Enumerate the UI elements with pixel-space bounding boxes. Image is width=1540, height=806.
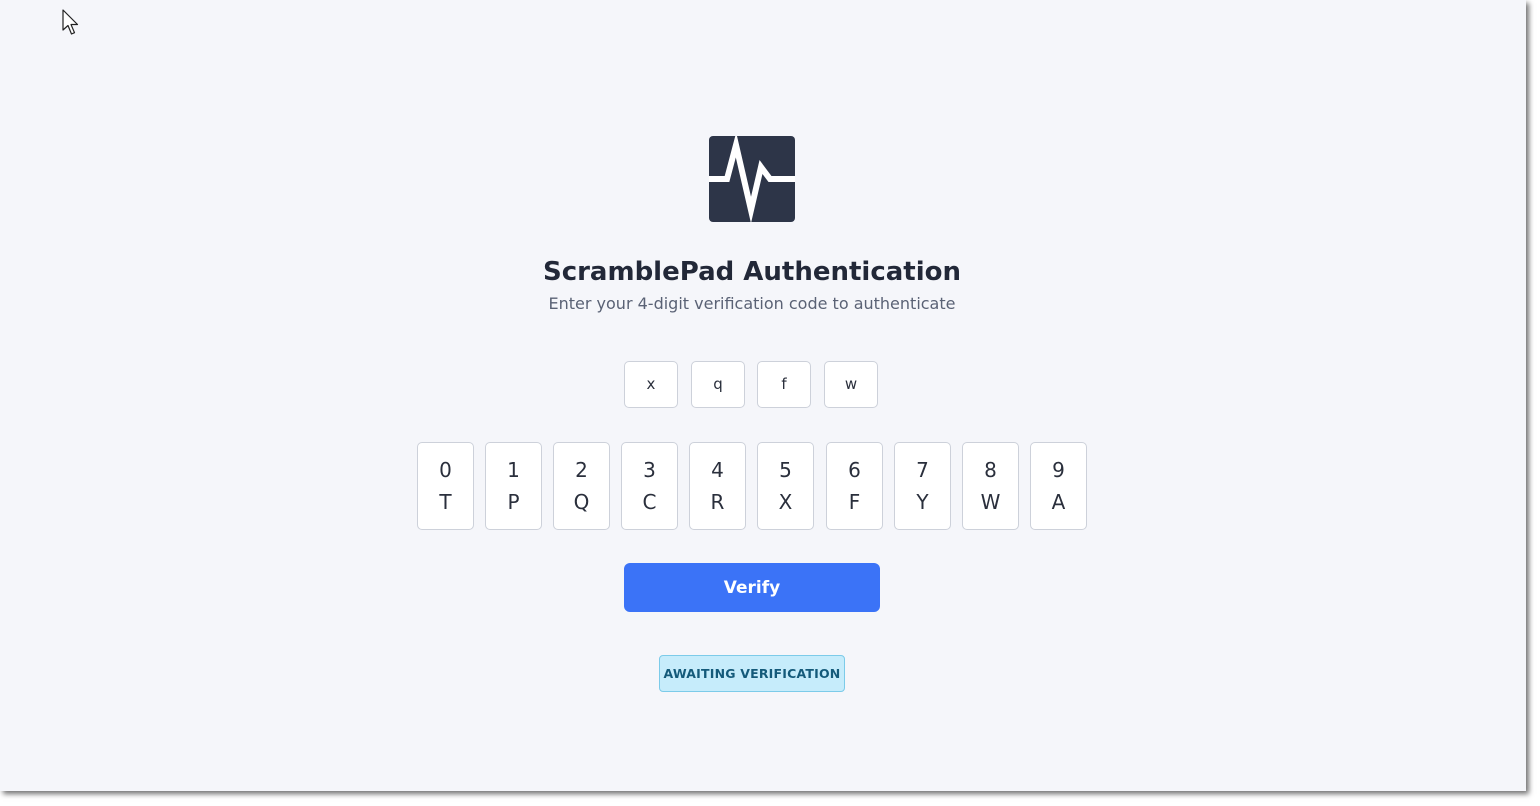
key-letter: C — [642, 490, 657, 514]
keypad-key-1[interactable]: 1 P — [485, 442, 542, 530]
app-window: ScramblePad Authentication Enter your 4-… — [0, 0, 1526, 791]
keypad-key-7[interactable]: 7 Y — [894, 442, 951, 530]
mouse-cursor-icon — [62, 9, 79, 35]
key-letter: W — [980, 490, 1001, 514]
key-digit: 1 — [507, 458, 520, 482]
key-letter: F — [848, 490, 861, 514]
key-digit: 3 — [643, 458, 656, 482]
code-slot-3[interactable]: f — [757, 361, 811, 408]
key-digit: 9 — [1052, 458, 1065, 482]
key-digit: 8 — [984, 458, 997, 482]
status-badge: AWAITING VERIFICATION — [659, 655, 845, 692]
key-digit: 7 — [916, 458, 929, 482]
code-slot-2[interactable]: q — [691, 361, 745, 408]
code-slot-4[interactable]: w — [824, 361, 878, 408]
page-title: ScramblePad Authentication — [542, 257, 962, 287]
keypad-key-0[interactable]: 0 T — [417, 442, 474, 530]
heartbeat-pulse-icon — [709, 136, 795, 222]
verify-button[interactable]: Verify — [624, 563, 880, 612]
logo — [709, 136, 795, 222]
key-digit: 5 — [779, 458, 792, 482]
key-letter: X — [778, 490, 793, 514]
key-letter: T — [439, 490, 452, 514]
key-digit: 6 — [848, 458, 861, 482]
keypad-key-4[interactable]: 4 R — [689, 442, 746, 530]
key-letter: A — [1051, 490, 1066, 514]
page-subtitle: Enter your 4-digit verification code to … — [548, 294, 956, 313]
key-digit: 4 — [711, 458, 724, 482]
key-letter: P — [507, 490, 520, 514]
code-slot-1[interactable]: x — [624, 361, 678, 408]
keypad-key-6[interactable]: 6 F — [826, 442, 883, 530]
keypad-key-2[interactable]: 2 Q — [553, 442, 610, 530]
key-letter: Q — [573, 490, 590, 514]
key-letter: R — [710, 490, 725, 514]
key-digit: 2 — [575, 458, 588, 482]
keypad-key-3[interactable]: 3 C — [621, 442, 678, 530]
key-letter: Y — [916, 490, 929, 514]
key-digit: 0 — [439, 458, 452, 482]
keypad-key-9[interactable]: 9 A — [1030, 442, 1087, 530]
keypad-key-8[interactable]: 8 W — [962, 442, 1019, 530]
keypad-key-5[interactable]: 5 X — [757, 442, 814, 530]
